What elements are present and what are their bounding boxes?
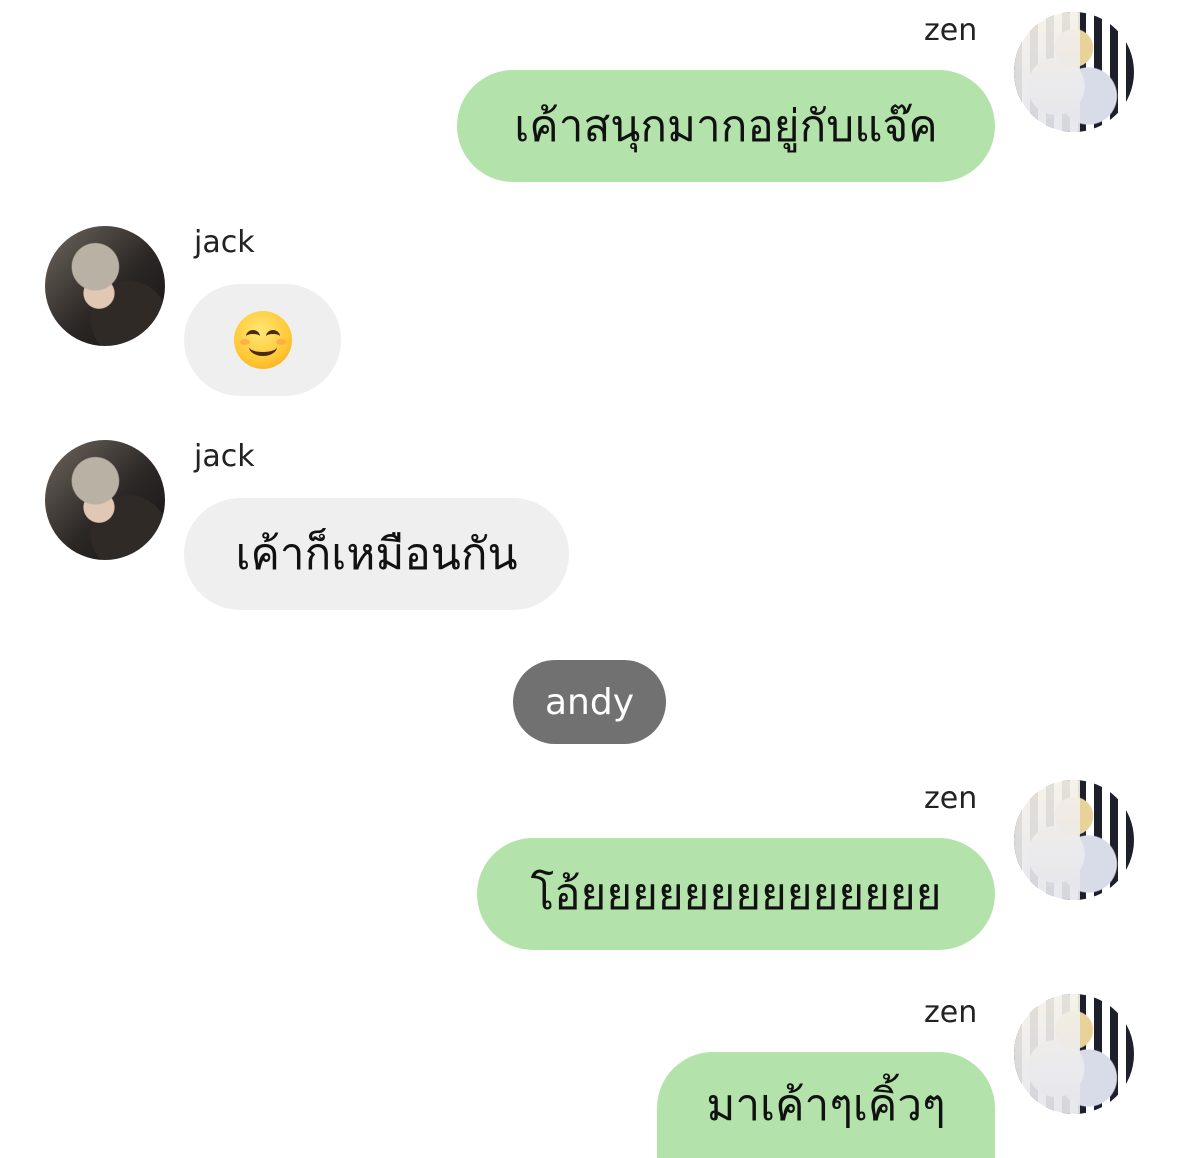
message-bubble[interactable]: โอ้ยยยยยยยยยยยยยย [477,838,995,950]
message-text: เค้าก็เหมือนกัน [235,528,518,580]
message-text: มาเค้าๆเคิ้วๆ [706,1079,946,1131]
avatar[interactable] [1014,994,1134,1114]
avatar[interactable] [1014,780,1134,900]
avatar[interactable] [45,440,165,560]
message-bubble[interactable] [184,284,341,396]
system-label-text: andy [544,681,635,723]
sender-name: zen [924,995,978,1030]
avatar[interactable] [1014,12,1134,132]
message-text: โอ้ยยยยยยยยยยยยยย [530,868,942,920]
message-bubble[interactable]: มาเค้าๆเคิ้วๆ [657,1052,995,1158]
message-bubble[interactable]: เค้าสนุกมากอยู่กับแจ๊ค [457,70,995,182]
message-bubble[interactable]: เค้าก็เหมือนกัน [184,498,569,610]
sender-name: jack [194,225,255,260]
avatar[interactable] [45,226,165,346]
message-text: เค้าสนุกมากอยู่กับแจ๊ค [514,100,938,152]
sender-name: jack [194,439,255,474]
sender-name: zen [924,781,978,816]
sender-name: zen [924,13,978,48]
system-label: andy [513,660,666,744]
smiling-face-icon [233,311,292,369]
